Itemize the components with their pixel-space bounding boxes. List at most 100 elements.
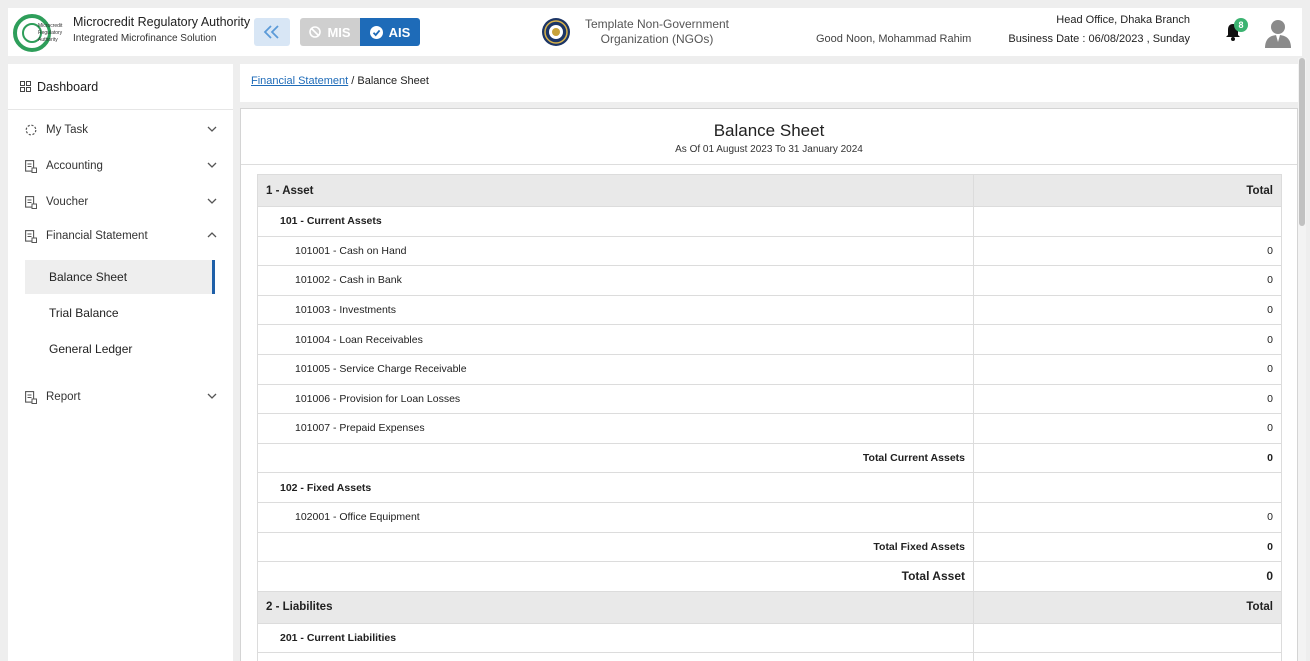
sidebar-subitem-trial-balance[interactable]: Trial Balance bbox=[25, 296, 215, 330]
amount-cell: 0 bbox=[973, 235, 1282, 267]
svg-text:Regulatory: Regulatory bbox=[38, 30, 63, 36]
table-row: 101006 - Provision for Loan Losses 0 bbox=[257, 383, 1282, 415]
business-date: Business Date : 06/08/2023 , Sunday bbox=[1008, 33, 1190, 45]
chevron-up-icon bbox=[207, 232, 217, 238]
account-label-cell: 101004 - Loan Receivables bbox=[257, 324, 974, 355]
amount-cell: Total bbox=[973, 590, 1282, 624]
account-label-cell: 101005 - Service Charge Receivable bbox=[257, 353, 974, 385]
double-chevron-left-icon bbox=[263, 25, 279, 39]
grid-icon bbox=[20, 81, 31, 92]
sidebar-item-my-task[interactable]: My Task bbox=[8, 115, 233, 145]
amount-cell: 0 bbox=[973, 531, 1282, 563]
sidebar-item-dashboard[interactable]: Dashboard bbox=[8, 64, 233, 110]
mis-label: MIS bbox=[327, 24, 351, 40]
breadcrumb-current: Balance Sheet bbox=[357, 75, 429, 87]
table-row: 101004 - Loan Receivables 0 bbox=[257, 324, 1282, 355]
mis-button[interactable]: MIS bbox=[300, 18, 360, 46]
sidebar-subitem-label: General Ledger bbox=[49, 342, 133, 356]
amount-cell: 0 bbox=[973, 383, 1282, 415]
table-total-row: Total Asset 0 bbox=[257, 561, 1282, 592]
ban-icon bbox=[309, 26, 322, 38]
user-greeting: Good Noon, Mohammad Rahim bbox=[816, 33, 972, 45]
ngo-title-line2: Organization (NGOs) bbox=[600, 32, 714, 46]
ais-label: AIS bbox=[388, 24, 411, 40]
table-row: 102001 - Office Equipment 0 bbox=[257, 501, 1282, 533]
ais-button[interactable]: AIS bbox=[360, 18, 420, 46]
sidebar-item-label: My Task bbox=[46, 124, 88, 136]
sidebar-item-label: Accounting bbox=[46, 160, 103, 172]
account-label-cell: 101007 - Prepaid Expenses bbox=[257, 413, 974, 444]
sidebar-item-report[interactable]: Report bbox=[8, 382, 233, 412]
sidebar-item-label: Voucher bbox=[46, 196, 89, 208]
sidebar-subitem-balance-sheet[interactable]: Balance Sheet bbox=[25, 260, 215, 294]
check-circle-icon bbox=[369, 25, 383, 39]
report-subtitle: As Of 01 August 2023 To 31 January 2024 bbox=[675, 144, 863, 155]
account-label-cell: 101006 - Provision for Loan Losses bbox=[257, 383, 974, 415]
branch-name: Head Office, Dhaka Branch bbox=[1056, 14, 1190, 26]
table-row: 101001 - Cash on Hand 0 bbox=[257, 235, 1282, 267]
account-label-cell: 101 - Current Assets bbox=[257, 206, 974, 237]
sidebar-subitem-general-ledger[interactable]: General Ledger bbox=[25, 332, 215, 366]
report-header: Balance Sheet As Of 01 August 2023 To 31… bbox=[241, 109, 1297, 165]
svg-text:Authority: Authority bbox=[38, 37, 58, 43]
document-icon bbox=[25, 159, 38, 173]
balance-sheet-table: 1 - Asset Total 101 - Current Assets 101001… bbox=[257, 174, 1282, 661]
account-label-cell: Total Asset bbox=[257, 561, 974, 592]
document-icon bbox=[25, 195, 38, 209]
breadcrumb-link-financial-statement[interactable]: Financial Statement bbox=[251, 75, 348, 87]
org-name: Microcredit Regulatory Authority bbox=[73, 15, 251, 29]
chevron-down-icon bbox=[207, 393, 217, 399]
table-section-header-row: 2 - Liabilites Total bbox=[257, 590, 1282, 624]
sidebar-dashboard-label: Dashboard bbox=[37, 79, 99, 94]
sidebar-item-label: Report bbox=[46, 391, 81, 403]
account-label-cell: Total Current Assets bbox=[257, 442, 974, 474]
ngo-title: Template Non-Government Organization (NG… bbox=[578, 17, 736, 47]
table-group-row: 102 - Fixed Assets bbox=[257, 472, 1282, 503]
collapse-sidebar-button[interactable] bbox=[254, 18, 290, 46]
sidebar-subitem-label: Trial Balance bbox=[49, 306, 119, 320]
top-header: Microcredit Regulatory Authority Microcr… bbox=[8, 8, 1302, 56]
account-label-cell: 101003 - Investments bbox=[257, 294, 974, 326]
page-scrollbar-thumb[interactable] bbox=[1299, 58, 1305, 226]
mode-toggle: MIS AIS bbox=[300, 18, 420, 46]
organization-seal-icon bbox=[542, 18, 570, 46]
account-label-cell bbox=[257, 652, 974, 661]
notification-count-badge: 8 bbox=[1234, 18, 1248, 32]
document-icon bbox=[25, 229, 38, 243]
table-section-header-row: 1 - Asset Total bbox=[257, 174, 1282, 207]
table-row: 101003 - Investments 0 bbox=[257, 294, 1282, 326]
amount-cell: 0 bbox=[973, 501, 1282, 533]
chevron-down-icon bbox=[207, 198, 217, 204]
account-label-cell: 101001 - Cash on Hand bbox=[257, 235, 974, 267]
table-row: 101007 - Prepaid Expenses 0 bbox=[257, 413, 1282, 444]
spinner-icon bbox=[25, 124, 38, 137]
document-icon bbox=[25, 390, 38, 404]
mra-logo-icon: Microcredit Regulatory Authority bbox=[13, 14, 63, 52]
account-label-cell: 102 - Fixed Assets bbox=[257, 472, 974, 503]
sidebar-item-voucher[interactable]: Voucher bbox=[8, 187, 233, 217]
breadcrumb-separator: / bbox=[351, 75, 355, 87]
chevron-down-icon bbox=[207, 126, 217, 132]
account-label-cell: Total Fixed Assets bbox=[257, 531, 974, 563]
org-subtitle: Integrated Microfinance Solution bbox=[73, 33, 217, 44]
table-row: 101005 - Service Charge Receivable 0 bbox=[257, 353, 1282, 385]
amount-cell bbox=[973, 472, 1282, 503]
account-label-cell: 102001 - Office Equipment bbox=[257, 501, 974, 533]
amount-cell: 0 bbox=[973, 353, 1282, 385]
sidebar: Dashboard My Task Accounting Voucher Fin… bbox=[8, 64, 233, 661]
sidebar-item-label: Financial Statement bbox=[46, 230, 148, 242]
table-subtotal-row: Total Fixed Assets 0 bbox=[257, 531, 1282, 563]
amount-cell: 0 bbox=[973, 265, 1282, 296]
table-row: 101002 - Cash in Bank 0 bbox=[257, 265, 1282, 296]
amount-cell bbox=[973, 622, 1282, 654]
account-label-cell: 2 - Liabilites bbox=[257, 590, 974, 624]
amount-cell bbox=[973, 652, 1282, 661]
user-avatar-icon[interactable] bbox=[1264, 18, 1292, 48]
amount-cell bbox=[973, 206, 1282, 237]
sidebar-item-financial-statement[interactable]: Financial Statement bbox=[8, 221, 233, 251]
amount-cell: 0 bbox=[973, 324, 1282, 355]
report-title: Balance Sheet bbox=[713, 121, 825, 140]
breadcrumb-bar: Financial Statement / Balance Sheet bbox=[240, 64, 1298, 102]
sidebar-item-accounting[interactable]: Accounting bbox=[8, 151, 233, 181]
breadcrumb: Financial Statement / Balance Sheet bbox=[251, 75, 429, 87]
